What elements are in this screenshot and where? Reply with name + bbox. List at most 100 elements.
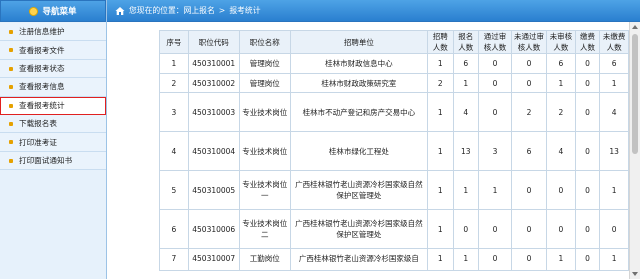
header-unpaid: 未缴费 人数 — [599, 30, 629, 54]
table-row: 7 450310007 工勤岗位 广西桂林银竹老山资源冷杉国家级自 1 1 0 … — [159, 248, 629, 271]
cell-passed: 0 — [478, 92, 512, 132]
cell-passed: 3 — [478, 131, 512, 171]
cell-unit: 桂林市财政政策研究室 — [289, 73, 428, 93]
sidebar-item-label: 查看报考状态 — [19, 63, 65, 73]
table-row: 5 450310005 专业技术岗位一 广西桂林银竹老山资源冷杉国家级自然保护区… — [159, 170, 629, 210]
cell-apply: 1 — [452, 248, 480, 271]
cell-recruit: 1 — [426, 248, 454, 271]
bullet-icon — [9, 30, 13, 34]
table-header-row: 序号 职位代码 职位名称 招聘单位 招聘 人数 报名 人数 通过审 核人数 未通过审核… — [159, 30, 629, 54]
scroll-down-icon[interactable] — [632, 272, 638, 276]
cell-code: 450310007 — [187, 248, 240, 271]
cell-unit: 广西桂林银竹老山资源冷杉国家级自然保护区管理处 — [289, 209, 428, 249]
table-row: 4 450310004 专业技术岗位 桂林市绿化工程处 1 13 3 6 4 0… — [159, 131, 629, 171]
cell-unit: 广西桂林银竹老山资源冷杉国家级自然保护区管理处 — [289, 170, 428, 210]
cell-paid: 0 — [574, 73, 601, 93]
cell-unreviewed: 1 — [546, 248, 576, 271]
cell-failed: 0 — [510, 209, 548, 249]
cell-recruit: 1 — [426, 131, 454, 171]
sidebar-item-register-info[interactable]: 注册信息维护 — [0, 23, 106, 42]
sidebar-item-label: 查看报考统计 — [19, 100, 65, 110]
cell-apply: 6 — [452, 53, 480, 74]
cell-failed: 0 — [510, 53, 548, 74]
bullet-icon — [9, 158, 13, 163]
header-recruit: 招聘 人数 — [426, 30, 454, 54]
cell-failed: 0 — [510, 248, 548, 271]
sidebar-item-label: 查看报考文件 — [19, 45, 65, 55]
cell-paid: 0 — [574, 170, 601, 210]
cell-unpaid: 6 — [599, 53, 629, 74]
cell-paid: 0 — [574, 131, 601, 171]
nav-menu-icon — [29, 6, 39, 16]
cell-passed: 0 — [478, 209, 512, 249]
cell-paid: 0 — [574, 209, 601, 249]
header-seq: 序号 — [159, 30, 189, 54]
cell-code: 450310004 — [187, 131, 240, 171]
cell-apply: 1 — [452, 73, 480, 93]
sidebar-item-print-admission[interactable]: 打印准考证 — [0, 133, 106, 152]
cell-unit: 桂林市财政信息中心 — [289, 53, 428, 74]
cell-seq: 2 — [159, 73, 189, 93]
cell-unreviewed: 4 — [546, 131, 576, 171]
cell-unpaid: 4 — [599, 92, 629, 132]
header-code: 职位代码 — [187, 30, 240, 54]
table-row: 1 450310001 管理岗位 桂林市财政信息中心 1 6 0 0 6 0 6 — [159, 53, 629, 74]
cell-passed: 1 — [478, 170, 512, 210]
cell-failed: 6 — [510, 131, 548, 171]
bullet-icon — [9, 103, 13, 108]
home-icon — [115, 6, 125, 15]
header-paid: 缴费 人数 — [574, 30, 601, 54]
cell-unpaid: 0 — [599, 209, 629, 249]
cell-name: 管理岗位 — [238, 73, 291, 93]
bullet-icon — [9, 48, 13, 53]
bullet-icon — [9, 66, 13, 71]
cell-unpaid: 1 — [599, 170, 629, 210]
cell-unpaid: 1 — [599, 73, 629, 93]
cell-name: 专业技术岗位二 — [238, 209, 291, 249]
sidebar-item-download-form[interactable]: 下载报名表 — [0, 114, 106, 134]
breadcrumb-prefix: 您现在的位置： — [129, 6, 184, 15]
sidebar-item-exam-info[interactable]: 查看报考信息 — [0, 78, 106, 97]
cell-passed: 0 — [478, 73, 512, 93]
vertical-scrollbar[interactable] — [629, 22, 640, 279]
cell-failed: 0 — [510, 170, 548, 210]
cell-recruit: 1 — [426, 170, 454, 210]
cell-code: 450310002 — [187, 73, 240, 93]
sidebar-item-label: 打印准考证 — [19, 137, 57, 147]
cell-code: 450310001 — [187, 53, 240, 74]
sidebar-item-print-interview[interactable]: 打印面试通知书 — [0, 151, 106, 171]
breadcrumb: 您现在的位置： 网上报名 > 报考统计 — [107, 0, 640, 22]
cell-apply: 1 — [452, 170, 480, 210]
cell-passed: 0 — [478, 248, 512, 271]
cell-apply: 13 — [452, 131, 480, 171]
cell-seq: 1 — [159, 53, 189, 74]
sidebar-item-label: 下载报名表 — [19, 119, 57, 129]
scroll-up-icon[interactable] — [632, 25, 638, 29]
cell-seq: 4 — [159, 131, 189, 171]
cell-passed: 0 — [478, 53, 512, 74]
cell-code: 450310006 — [187, 209, 240, 249]
bullet-icon — [9, 140, 13, 145]
cell-unpaid: 13 — [599, 131, 629, 171]
cell-seq: 7 — [159, 248, 189, 271]
cell-apply: 4 — [452, 92, 480, 132]
sidebar-item-exam-status[interactable]: 查看报考状态 — [0, 59, 106, 79]
cell-apply: 0 — [452, 209, 480, 249]
bullet-icon — [9, 121, 13, 126]
sidebar-item-label: 打印面试通知书 — [19, 155, 73, 165]
cell-failed: 0 — [510, 73, 548, 93]
scrollbar-thumb[interactable] — [632, 34, 638, 154]
cell-name: 专业技术岗位一 — [238, 170, 291, 210]
header-unreviewed: 未审核 人数 — [546, 30, 576, 54]
statistics-table: 序号 职位代码 职位名称 招聘单位 招聘 人数 报名 人数 通过审 核人数 未通过审核… — [159, 30, 629, 271]
cell-unreviewed: 2 — [546, 92, 576, 132]
nav-menu: 注册信息维护 查看报考文件 查看报考状态 查看报考信息 查看报考统计 下载报名表… — [0, 23, 106, 171]
sidebar-item-exam-statistics[interactable]: 查看报考统计 — [0, 96, 106, 115]
breadcrumb-section[interactable]: 网上报名 — [184, 5, 215, 16]
sidebar-item-exam-files[interactable]: 查看报考文件 — [0, 41, 106, 60]
bullet-icon — [9, 85, 13, 90]
cell-unit: 桂林市绿化工程处 — [289, 131, 428, 171]
cell-unit: 桂林市不动产登记和房产交易中心 — [289, 92, 428, 132]
cell-seq: 5 — [159, 170, 189, 210]
table-row: 6 450310006 专业技术岗位二 广西桂林银竹老山资源冷杉国家级自然保护区… — [159, 209, 629, 249]
